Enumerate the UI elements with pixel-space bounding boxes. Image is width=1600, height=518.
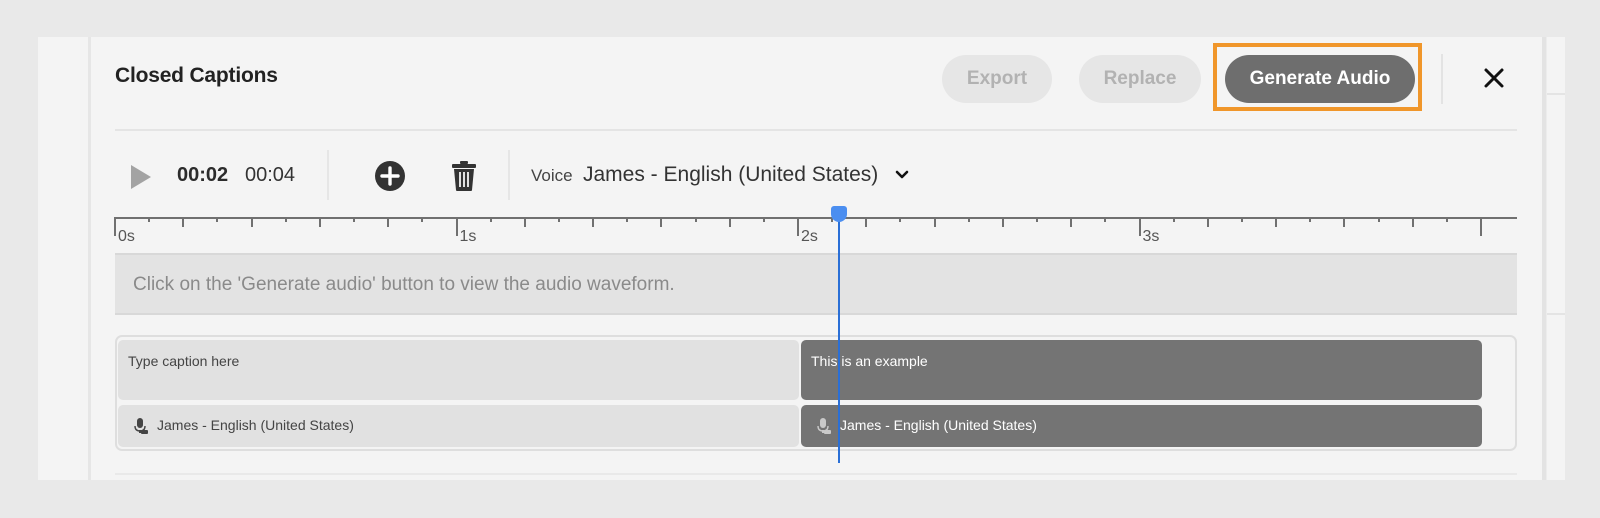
ruler-tick bbox=[557, 217, 560, 222]
right-strip bbox=[1546, 37, 1565, 480]
ruler-tick bbox=[353, 217, 356, 222]
bottom-divider bbox=[115, 473, 1517, 475]
ruler-tick bbox=[284, 217, 287, 222]
header-divider-line bbox=[115, 129, 1517, 131]
caption-track: Type caption here James - English (United… bbox=[115, 335, 1517, 451]
panel-title: Closed Captions bbox=[115, 64, 278, 87]
ruler-tick bbox=[1070, 217, 1073, 227]
ruler-tick bbox=[216, 217, 219, 222]
caption-text-clip[interactable]: Type caption here bbox=[118, 340, 799, 400]
ruler-tick bbox=[1309, 217, 1312, 222]
toolbar-divider bbox=[508, 150, 510, 200]
ruler-tick bbox=[1343, 217, 1346, 227]
delete-caption-button[interactable] bbox=[451, 160, 477, 192]
ruler-tick bbox=[421, 217, 424, 222]
ruler-major-tick bbox=[1480, 217, 1482, 236]
ruler-major-tick bbox=[1138, 217, 1141, 236]
play-icon bbox=[131, 165, 151, 189]
ruler-tick bbox=[694, 217, 697, 222]
ruler-major-tick bbox=[797, 217, 799, 236]
ruler-tick bbox=[1377, 217, 1380, 222]
ruler-tick bbox=[1240, 217, 1243, 222]
ruler-label: 0s bbox=[118, 228, 135, 245]
caption-voice: James - English (United States) bbox=[157, 417, 354, 433]
ruler-tick bbox=[387, 217, 390, 227]
current-time: 00:02 bbox=[177, 164, 229, 186]
caption-text: This is an example bbox=[811, 353, 928, 369]
ruler-tick bbox=[1172, 217, 1175, 222]
ruler-tick bbox=[865, 217, 868, 227]
total-time: 00:04 bbox=[245, 164, 296, 186]
voice-label: Voice bbox=[531, 166, 573, 185]
ruler-tick bbox=[148, 217, 151, 222]
caption-voice-clip[interactable]: James - English (United States) bbox=[118, 405, 799, 447]
ruler-tick bbox=[1206, 217, 1209, 227]
ruler-tick bbox=[1001, 217, 1004, 227]
ruler-tick bbox=[1411, 217, 1414, 227]
caption-voice-clip[interactable]: James - English (United States) bbox=[801, 405, 1482, 447]
microphone-icon bbox=[815, 417, 833, 435]
ruler-tick bbox=[318, 217, 321, 227]
caption-text: Type caption here bbox=[128, 353, 240, 369]
caption-text-clip[interactable]: This is an example bbox=[801, 340, 1482, 400]
ruler-tick bbox=[182, 217, 185, 227]
ruler-tick bbox=[762, 217, 765, 222]
play-button[interactable] bbox=[128, 163, 154, 191]
replace-button[interactable]: Replace bbox=[1079, 55, 1201, 103]
ruler-tick bbox=[1104, 217, 1107, 222]
add-circle-icon bbox=[375, 161, 405, 191]
timeline-ruler[interactable]: 0s 1s 2s 3s bbox=[0, 200, 1600, 250]
ruler-label: 1s bbox=[459, 228, 477, 245]
ruler-tick bbox=[489, 217, 492, 222]
ruler-tick bbox=[1036, 217, 1039, 222]
playhead-handle[interactable] bbox=[830, 206, 847, 222]
ruler-tick bbox=[1275, 217, 1278, 227]
trash-icon bbox=[452, 161, 476, 191]
add-caption-button[interactable] bbox=[374, 160, 406, 192]
ruler-tick bbox=[592, 217, 595, 227]
ruler-tick bbox=[967, 217, 970, 222]
voice-value: James - English (United States) bbox=[583, 163, 879, 186]
ruler-label: 2s bbox=[801, 228, 818, 245]
ruler-tick bbox=[933, 217, 936, 227]
left-gutter bbox=[38, 37, 88, 480]
ruler-baseline bbox=[115, 217, 1517, 219]
voice-dropdown[interactable]: James - English (United States) bbox=[583, 163, 910, 187]
ruler-tick bbox=[250, 217, 253, 227]
ruler-tick bbox=[1445, 217, 1448, 222]
waveform-area: Click on the 'Generate audio' button to … bbox=[115, 253, 1517, 315]
ruler-tick bbox=[899, 217, 902, 222]
ruler-label: 3s bbox=[1142, 228, 1160, 245]
ruler-major-tick bbox=[455, 217, 458, 236]
close-icon bbox=[1484, 68, 1504, 88]
close-button[interactable] bbox=[1478, 62, 1510, 94]
header-divider bbox=[1441, 54, 1443, 104]
microphone-icon bbox=[132, 417, 150, 435]
waveform-message: Click on the 'Generate audio' button to … bbox=[133, 274, 675, 295]
chevron-down-icon bbox=[895, 170, 909, 179]
ruler-tick bbox=[660, 217, 663, 227]
generate-audio-button[interactable]: Generate Audio bbox=[1225, 55, 1415, 103]
ruler-tick bbox=[626, 217, 629, 222]
ruler-major-tick bbox=[114, 217, 116, 236]
playhead-line bbox=[837, 220, 840, 463]
ruler-tick bbox=[523, 217, 526, 227]
ruler-tick bbox=[728, 217, 731, 227]
export-button[interactable]: Export bbox=[942, 55, 1052, 103]
toolbar-divider bbox=[327, 150, 329, 200]
caption-voice: James - English (United States) bbox=[840, 417, 1037, 433]
